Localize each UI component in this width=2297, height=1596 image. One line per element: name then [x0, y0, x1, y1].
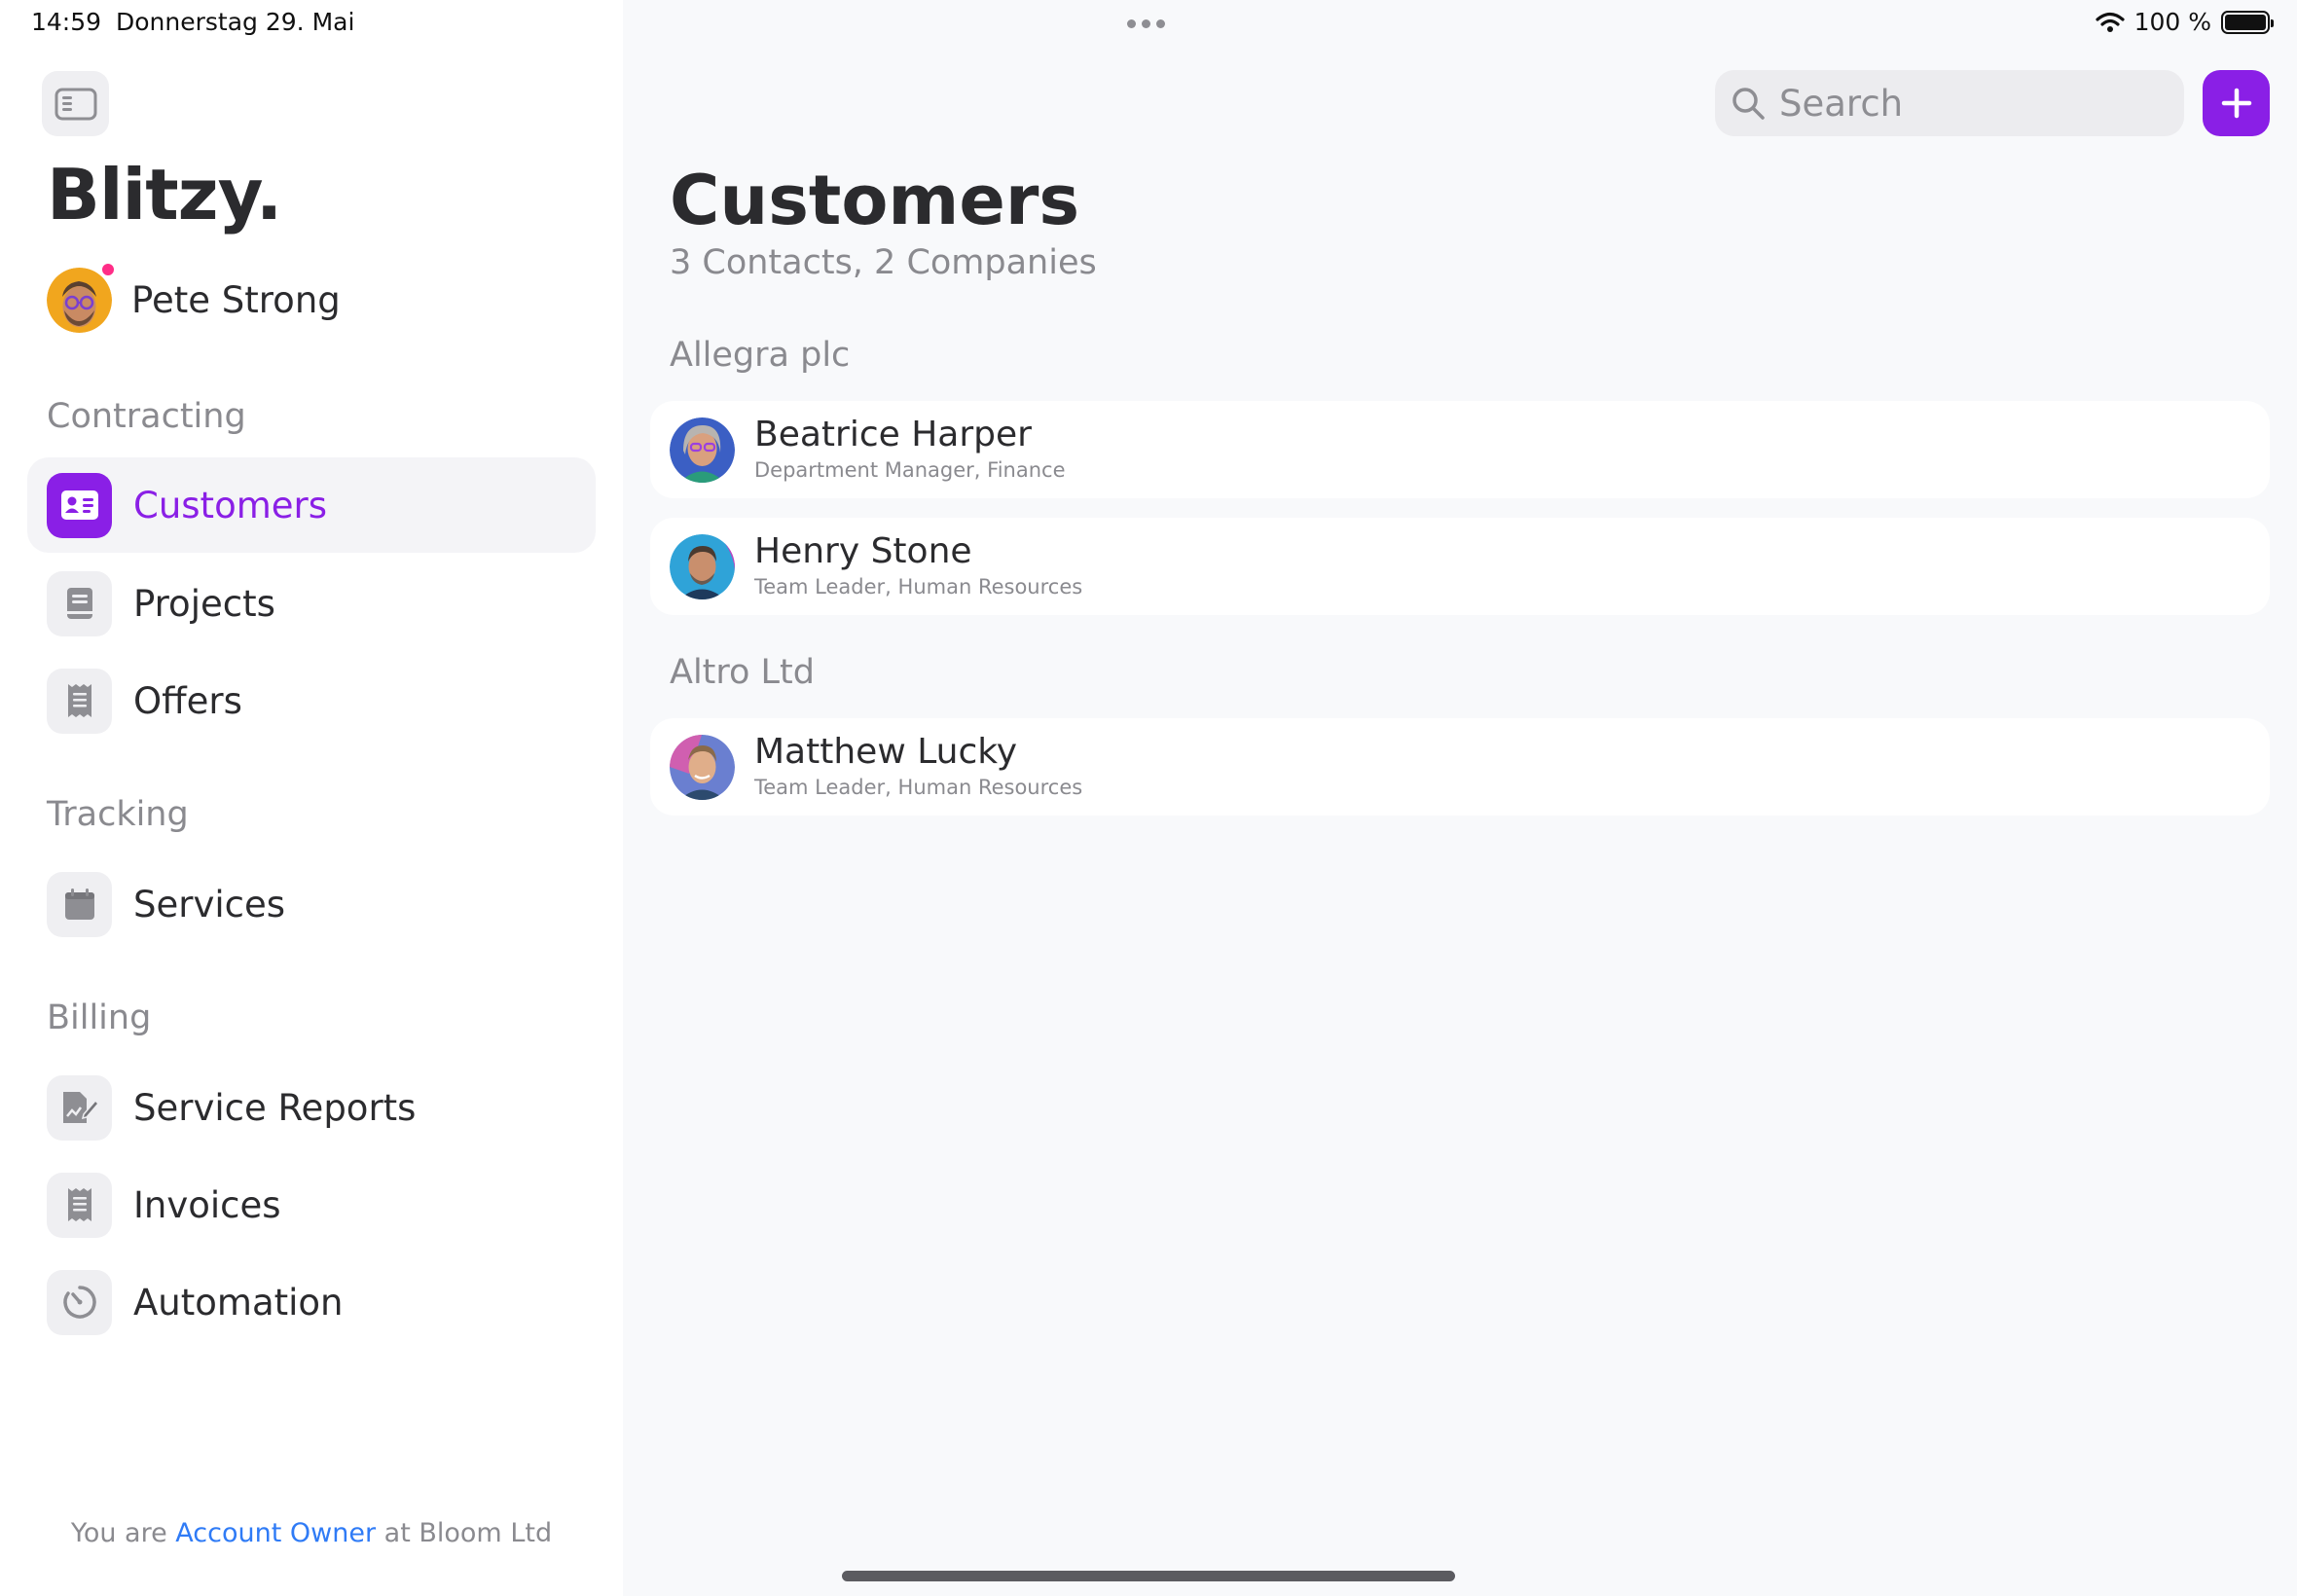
sidebar-item-service-reports[interactable]: Service Reports — [27, 1060, 596, 1155]
contact-card-icon — [47, 472, 112, 538]
section-label-contracting: Contracting — [47, 397, 246, 436]
page-subtitle: 3 Contacts, 2 Companies — [670, 243, 1097, 282]
calendar-icon — [47, 871, 112, 937]
sidebar-item-label: Automation — [133, 1281, 344, 1324]
user-name: Pete Strong — [131, 279, 341, 321]
timer-icon — [47, 1269, 112, 1335]
battery-icon — [2221, 10, 2274, 34]
avatar — [47, 262, 116, 333]
sidebar-item-label: Projects — [133, 582, 275, 625]
home-indicator[interactable] — [842, 1571, 1455, 1581]
battery-percent: 100 % — [2133, 8, 2211, 36]
book-icon — [47, 570, 112, 636]
contact-row[interactable]: Matthew Lucky Team Leader, Human Resourc… — [650, 718, 2270, 816]
sidebar-toggle-button[interactable] — [42, 71, 109, 136]
sidebar-item-customers[interactable]: Customers — [27, 457, 596, 553]
search-input[interactable] — [1779, 82, 2169, 125]
contact-avatar — [670, 533, 735, 599]
status-time: 14:59 — [31, 8, 102, 36]
contact-avatar — [670, 734, 735, 800]
search-field[interactable] — [1715, 70, 2184, 136]
user-avatar-image — [47, 268, 112, 333]
sidebar-item-services[interactable]: Services — [27, 856, 596, 952]
receipt-icon — [47, 668, 112, 734]
contact-name: Henry Stone — [754, 531, 972, 571]
company-header: Allegra plc — [670, 336, 851, 375]
sidebar-item-label: Customers — [133, 484, 328, 526]
sidebar-item-label: Service Reports — [133, 1086, 417, 1129]
section-label-tracking: Tracking — [47, 795, 189, 834]
contact-role: Team Leader, Human Resources — [754, 575, 1083, 598]
sidebar-item-label: Invoices — [133, 1183, 281, 1226]
notification-badge — [100, 262, 116, 277]
wifi-icon — [2095, 12, 2125, 32]
sidebar-icon — [55, 88, 96, 120]
sidebar-item-automation[interactable]: Automation — [27, 1254, 596, 1350]
sidebar-item-projects[interactable]: Projects — [27, 556, 596, 651]
sidebar-item-offers[interactable]: Offers — [27, 653, 596, 748]
sidebar-item-invoices[interactable]: Invoices — [27, 1157, 596, 1252]
multitasking-dots-icon[interactable] — [1127, 19, 1165, 28]
page-title: Customers — [670, 161, 1080, 240]
receipt-icon — [47, 1172, 112, 1238]
search-icon — [1732, 88, 1765, 120]
sidebar-item-label: Offers — [133, 679, 242, 722]
company-header: Altro Ltd — [670, 653, 815, 692]
contact-name: Beatrice Harper — [754, 415, 1032, 454]
sidebar-item-label: Services — [133, 883, 286, 925]
status-indicators: 100 % — [2095, 8, 2274, 36]
footer-suffix: at Bloom Ltd — [383, 1518, 553, 1548]
contact-role: Department Manager, Finance — [754, 458, 1066, 482]
add-customer-button[interactable] — [2203, 70, 2270, 136]
footer-prefix: You are — [70, 1518, 167, 1548]
brand-logo: Blitzy. — [47, 154, 282, 236]
plus-icon — [2221, 88, 2251, 119]
app-window: Blitzy. Pete Strong Contracting Customer… — [0, 0, 2297, 1596]
account-role-note: You are Account Owner at Bloom Ltd — [0, 1518, 623, 1548]
contact-name: Matthew Lucky — [754, 732, 1018, 772]
section-label-billing: Billing — [47, 998, 152, 1037]
report-edit-icon — [47, 1074, 112, 1141]
contact-row[interactable]: Beatrice Harper Department Manager, Fina… — [650, 401, 2270, 498]
sidebar: Blitzy. Pete Strong Contracting Customer… — [0, 0, 623, 1596]
contact-avatar — [670, 417, 735, 483]
account-owner-link[interactable]: Account Owner — [175, 1518, 376, 1548]
status-date: Donnerstag 29. Mai — [116, 8, 355, 36]
contact-row[interactable]: Henry Stone Team Leader, Human Resources — [650, 518, 2270, 615]
user-profile[interactable]: Pete Strong — [47, 262, 341, 333]
contact-role: Team Leader, Human Resources — [754, 776, 1083, 799]
